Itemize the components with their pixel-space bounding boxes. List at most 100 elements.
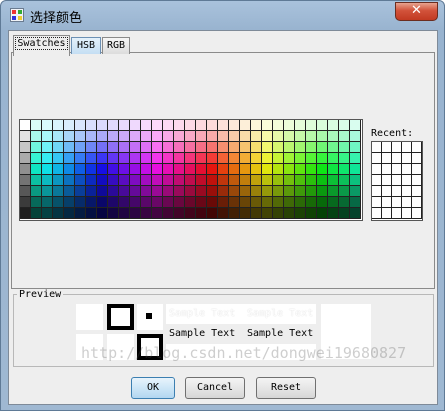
swatch-cell[interactable] — [163, 175, 174, 186]
recent-swatch-cell[interactable] — [402, 208, 412, 219]
swatch-cell[interactable] — [207, 175, 218, 186]
swatch-cell[interactable] — [86, 186, 97, 197]
swatch-cell[interactable] — [130, 153, 141, 164]
swatch-cell[interactable] — [75, 175, 86, 186]
recent-swatch-cell[interactable] — [412, 197, 422, 208]
swatch-cell[interactable] — [119, 142, 130, 153]
swatch-cell[interactable] — [196, 153, 207, 164]
swatch-cell[interactable] — [229, 120, 240, 131]
swatch-cell[interactable] — [229, 131, 240, 142]
swatch-cell[interactable] — [284, 142, 295, 153]
swatch-cell[interactable] — [306, 186, 317, 197]
swatch-cell[interactable] — [20, 186, 31, 197]
swatch-cell[interactable] — [152, 131, 163, 142]
swatch-cell[interactable] — [339, 175, 350, 186]
swatch-cell[interactable] — [97, 186, 108, 197]
swatch-cell[interactable] — [152, 175, 163, 186]
swatch-cell[interactable] — [185, 164, 196, 175]
swatch-cell[interactable] — [218, 142, 229, 153]
swatch-cell[interactable] — [53, 120, 64, 131]
swatch-cell[interactable] — [31, 120, 42, 131]
swatch-cell[interactable] — [273, 131, 284, 142]
cancel-button[interactable]: Cancel — [185, 377, 245, 399]
swatch-cell[interactable] — [64, 142, 75, 153]
swatch-cell[interactable] — [163, 120, 174, 131]
swatch-cell[interactable] — [317, 142, 328, 153]
swatch-cell[interactable] — [174, 142, 185, 153]
swatch-cell[interactable] — [141, 142, 152, 153]
swatch-cell[interactable] — [174, 131, 185, 142]
swatch-cell[interactable] — [20, 142, 31, 153]
swatch-cell[interactable] — [229, 164, 240, 175]
swatch-cell[interactable] — [108, 175, 119, 186]
swatch-cell[interactable] — [339, 208, 350, 219]
swatch-cell[interactable] — [306, 197, 317, 208]
recent-swatch-cell[interactable] — [412, 164, 422, 175]
swatch-cell[interactable] — [53, 131, 64, 142]
swatch-cell[interactable] — [130, 186, 141, 197]
swatch-cell[interactable] — [152, 186, 163, 197]
swatch-cell[interactable] — [328, 164, 339, 175]
swatch-cell[interactable] — [339, 164, 350, 175]
tab-swatches[interactable]: Swatches — [13, 35, 70, 56]
swatch-cell[interactable] — [119, 153, 130, 164]
swatch-cell[interactable] — [273, 186, 284, 197]
swatch-cell[interactable] — [174, 197, 185, 208]
swatch-cell[interactable] — [229, 186, 240, 197]
swatch-cell[interactable] — [306, 153, 317, 164]
swatch-cell[interactable] — [306, 142, 317, 153]
swatch-cell[interactable] — [108, 153, 119, 164]
swatch-cell[interactable] — [284, 186, 295, 197]
swatch-cell[interactable] — [350, 131, 361, 142]
recent-swatch-cell[interactable] — [392, 175, 402, 186]
swatch-cell[interactable] — [229, 142, 240, 153]
swatch-cell[interactable] — [328, 142, 339, 153]
recent-swatch-cell[interactable] — [412, 142, 422, 153]
swatch-cell[interactable] — [31, 208, 42, 219]
swatch-cell[interactable] — [174, 120, 185, 131]
recent-swatch-cell[interactable] — [392, 197, 402, 208]
swatch-cell[interactable] — [207, 164, 218, 175]
swatch-cell[interactable] — [53, 175, 64, 186]
swatch-cell[interactable] — [119, 164, 130, 175]
swatch-cell[interactable] — [31, 197, 42, 208]
title-bar[interactable]: 选择颜色 ✕ — [1, 1, 444, 29]
swatch-cell[interactable] — [97, 197, 108, 208]
swatch-cell[interactable] — [339, 186, 350, 197]
swatch-cell[interactable] — [42, 175, 53, 186]
swatch-cell[interactable] — [251, 131, 262, 142]
swatch-cell[interactable] — [20, 208, 31, 219]
swatch-cell[interactable] — [207, 153, 218, 164]
swatch-cell[interactable] — [174, 186, 185, 197]
swatch-cell[interactable] — [20, 131, 31, 142]
swatch-cell[interactable] — [86, 208, 97, 219]
swatch-cell[interactable] — [42, 142, 53, 153]
swatch-cell[interactable] — [152, 142, 163, 153]
swatch-cell[interactable] — [229, 175, 240, 186]
swatch-cell[interactable] — [284, 208, 295, 219]
swatch-cell[interactable] — [64, 131, 75, 142]
swatch-cell[interactable] — [108, 131, 119, 142]
swatch-cell[interactable] — [130, 164, 141, 175]
swatch-cell[interactable] — [141, 131, 152, 142]
swatch-cell[interactable] — [185, 186, 196, 197]
swatch-cell[interactable] — [31, 186, 42, 197]
swatch-cell[interactable] — [130, 197, 141, 208]
swatch-cell[interactable] — [130, 208, 141, 219]
recent-swatch-cell[interactable] — [382, 208, 392, 219]
tab-rgb[interactable]: RGB — [102, 37, 130, 54]
swatch-cell[interactable] — [218, 131, 229, 142]
swatch-cell[interactable] — [207, 186, 218, 197]
recent-swatch-cell[interactable] — [382, 175, 392, 186]
swatch-cell[interactable] — [317, 175, 328, 186]
swatch-cell[interactable] — [97, 208, 108, 219]
swatch-cell[interactable] — [339, 120, 350, 131]
swatch-cell[interactable] — [295, 142, 306, 153]
swatch-cell[interactable] — [185, 120, 196, 131]
swatch-cell[interactable] — [31, 175, 42, 186]
swatch-cell[interactable] — [218, 175, 229, 186]
recent-swatch-cell[interactable] — [372, 208, 382, 219]
swatch-cell[interactable] — [42, 186, 53, 197]
swatch-cell[interactable] — [97, 120, 108, 131]
swatch-cell[interactable] — [119, 120, 130, 131]
